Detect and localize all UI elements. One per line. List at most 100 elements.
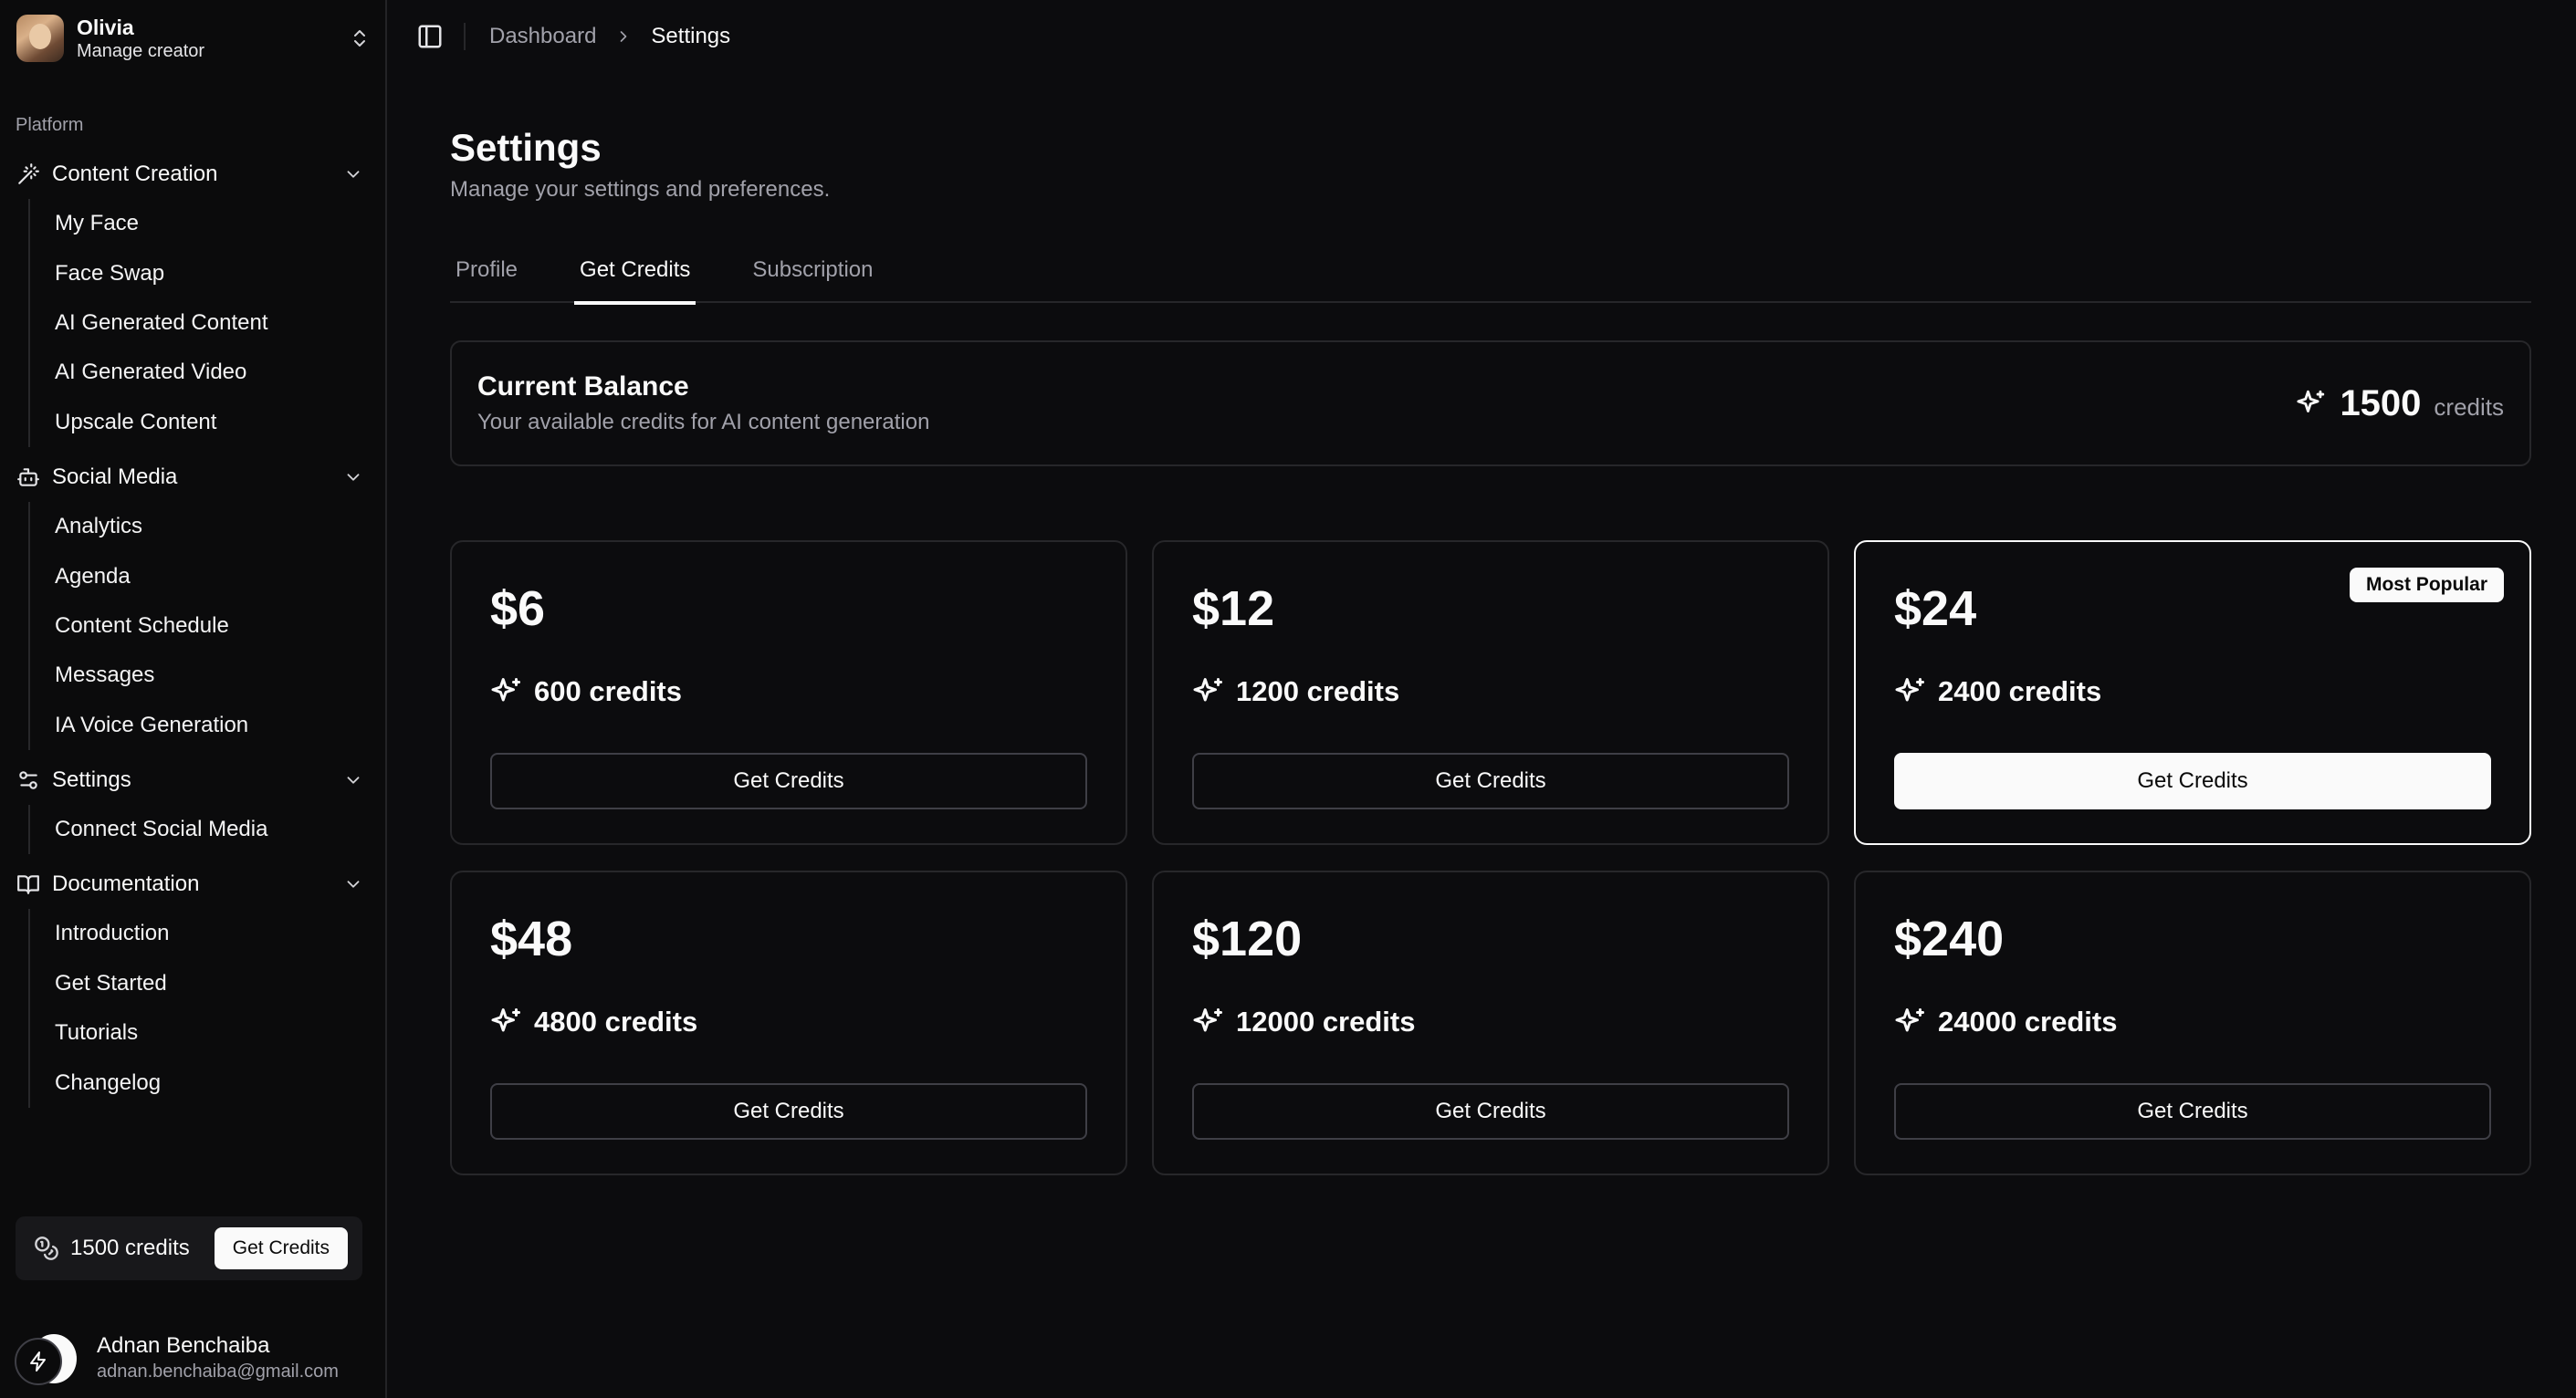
package-credits: 1200 credits xyxy=(1192,675,1399,708)
sidebar-get-credits-button[interactable]: Get Credits xyxy=(214,1227,348,1269)
sidebar-item-agenda[interactable]: Agenda xyxy=(55,551,387,600)
sparkles-icon xyxy=(1192,675,1225,708)
package-credits: 4800 credits xyxy=(490,1006,697,1038)
sidebar-item-my-face[interactable]: My Face xyxy=(55,199,387,248)
get-credits-button[interactable]: Get Credits xyxy=(490,1083,1087,1140)
package-credits-label: 4800 credits xyxy=(534,1006,698,1038)
nav-group-toggle-content-creation[interactable]: Content Creation xyxy=(0,150,387,199)
user-name: Adnan Benchaiba xyxy=(97,1333,270,1358)
package-price: $240 xyxy=(1894,912,2005,966)
nav-group-toggle-documentation[interactable]: Documentation xyxy=(0,860,387,909)
package-price: $48 xyxy=(490,912,573,966)
sidebar-nav: Content Creation My Face Face Swap AI Ge… xyxy=(0,150,387,1113)
sidebar-item-ai-generated-content[interactable]: AI Generated Content xyxy=(55,298,387,348)
package-credits-label: 24000 credits xyxy=(1938,1006,2118,1038)
sidebar-item-analytics[interactable]: Analytics xyxy=(55,502,387,551)
current-balance-card: Current Balance Your available credits f… xyxy=(450,340,2531,466)
package-price: $24 xyxy=(1894,581,1977,636)
sparkles-icon xyxy=(1192,1006,1225,1038)
tab-subscription[interactable]: Subscription xyxy=(747,246,878,303)
nav-group-documentation: Documentation Introduction Get Started T… xyxy=(0,860,387,1108)
nav-group-settings: Settings Connect Social Media xyxy=(0,756,387,855)
credit-package-card: $48 4800 credits Get Credits xyxy=(450,871,1127,1175)
package-price: $6 xyxy=(490,581,546,636)
package-credits: 600 credits xyxy=(490,675,682,708)
get-credits-button[interactable]: Get Credits xyxy=(490,753,1087,809)
package-credits-label: 12000 credits xyxy=(1236,1006,1416,1038)
page-title: Settings xyxy=(450,126,602,169)
sidebar-item-connect-social-media[interactable]: Connect Social Media xyxy=(55,805,387,854)
sidebar-item-ai-generated-video[interactable]: AI Generated Video xyxy=(55,348,387,397)
divider xyxy=(464,23,466,50)
settings-sliders-icon xyxy=(16,768,40,792)
account-name: Olivia xyxy=(77,16,134,39)
nav-group-social-media: Social Media Analytics Agenda Content Sc… xyxy=(0,453,387,750)
tab-get-credits[interactable]: Get Credits xyxy=(574,246,696,305)
sidebar-credits-box: 1500 credits Get Credits xyxy=(16,1216,362,1280)
package-credits-label: 600 credits xyxy=(534,675,682,707)
wand-icon xyxy=(16,162,40,186)
credit-packages-grid: $6 600 credits Get Credits $12 1200 cred… xyxy=(450,540,2531,1175)
credit-package-card: $240 24000 credits Get Credits xyxy=(1854,871,2531,1175)
nav-sub-list: Analytics Agenda Content Schedule Messag… xyxy=(28,501,387,750)
nav-group-label: Content Creation xyxy=(52,162,218,186)
sidebar-toggle-icon[interactable] xyxy=(416,23,444,50)
get-credits-button[interactable]: Get Credits xyxy=(1894,1083,2491,1140)
package-credits: 24000 credits xyxy=(1894,1006,2117,1038)
user-email: adnan.benchaiba@gmail.com xyxy=(97,1361,339,1382)
breadcrumb-current: Settings xyxy=(651,24,731,48)
sparkles-icon xyxy=(490,1006,523,1038)
nav-group-toggle-social-media[interactable]: Social Media xyxy=(0,453,387,502)
balance-title: Current Balance xyxy=(477,371,689,402)
user-avatar xyxy=(15,1330,77,1385)
package-credits: 2400 credits xyxy=(1894,675,2101,708)
sidebar-item-face-swap[interactable]: Face Swap xyxy=(55,248,387,297)
account-text: Olivia Manage creator xyxy=(77,15,349,62)
sparkles-icon xyxy=(490,675,523,708)
nav-sub-list: Introduction Get Started Tutorials Chang… xyxy=(28,909,387,1108)
sidebar-item-get-started[interactable]: Get Started xyxy=(55,959,387,1008)
sidebar-credits-count: 1500 credits xyxy=(70,1236,190,1260)
sidebar-item-upscale-content[interactable]: Upscale Content xyxy=(55,398,387,447)
settings-tabs: Profile Get Credits Subscription xyxy=(450,246,2531,305)
package-credits-label: 2400 credits xyxy=(1938,675,2102,707)
nav-group-toggle-settings[interactable]: Settings xyxy=(0,756,387,805)
sidebar-item-changelog[interactable]: Changelog xyxy=(55,1058,387,1107)
breadcrumb-dashboard[interactable]: Dashboard xyxy=(489,24,596,49)
most-popular-badge: Most Popular xyxy=(2349,568,2504,602)
account-switcher[interactable]: Olivia Manage creator xyxy=(16,13,371,64)
nav-group-label: Settings xyxy=(52,767,131,792)
sidebar-item-messages[interactable]: Messages xyxy=(55,651,387,700)
package-credits-label: 1200 credits xyxy=(1236,675,1400,707)
balance-value: 1500 credits xyxy=(2296,383,2504,424)
chevron-down-icon xyxy=(343,467,363,487)
sidebar: Olivia Manage creator Platform Content C… xyxy=(0,0,387,1398)
nav-group-label: Social Media xyxy=(52,464,178,489)
chevron-right-icon xyxy=(614,27,633,46)
topbar: Dashboard Settings xyxy=(387,0,2576,73)
sparkles-icon xyxy=(1894,1006,1927,1038)
get-credits-button[interactable]: Get Credits xyxy=(1192,753,1789,809)
balance-subtitle: Your available credits for AI content ge… xyxy=(477,410,930,434)
get-credits-button[interactable]: Get Credits xyxy=(1192,1083,1789,1140)
user-menu[interactable]: Adnan Benchaiba adnan.benchaiba@gmail.co… xyxy=(15,1329,376,1387)
credit-package-card-popular: Most Popular $24 2400 credits Get Credit… xyxy=(1854,540,2531,845)
sidebar-item-ia-voice-generation[interactable]: IA Voice Generation xyxy=(55,701,387,750)
get-credits-button[interactable]: Get Credits xyxy=(1894,753,2491,809)
credit-package-card: $120 12000 credits Get Credits xyxy=(1152,871,1829,1175)
credit-package-card: $6 600 credits Get Credits xyxy=(450,540,1127,845)
chevron-down-icon xyxy=(343,770,363,790)
book-icon xyxy=(16,872,40,896)
nav-sub-list: Connect Social Media xyxy=(28,804,387,855)
coins-icon xyxy=(34,1236,59,1261)
creator-avatar xyxy=(16,15,64,62)
chevrons-up-down-icon[interactable] xyxy=(349,27,371,49)
lightning-icon xyxy=(15,1338,62,1385)
credit-package-card: $12 1200 credits Get Credits xyxy=(1152,540,1829,845)
sidebar-item-content-schedule[interactable]: Content Schedule xyxy=(55,601,387,651)
sidebar-item-introduction[interactable]: Introduction xyxy=(55,909,387,958)
sidebar-item-tutorials[interactable]: Tutorials xyxy=(55,1008,387,1058)
tab-profile[interactable]: Profile xyxy=(450,246,523,303)
package-price: $12 xyxy=(1192,581,1275,636)
section-label-platform: Platform xyxy=(16,115,84,135)
